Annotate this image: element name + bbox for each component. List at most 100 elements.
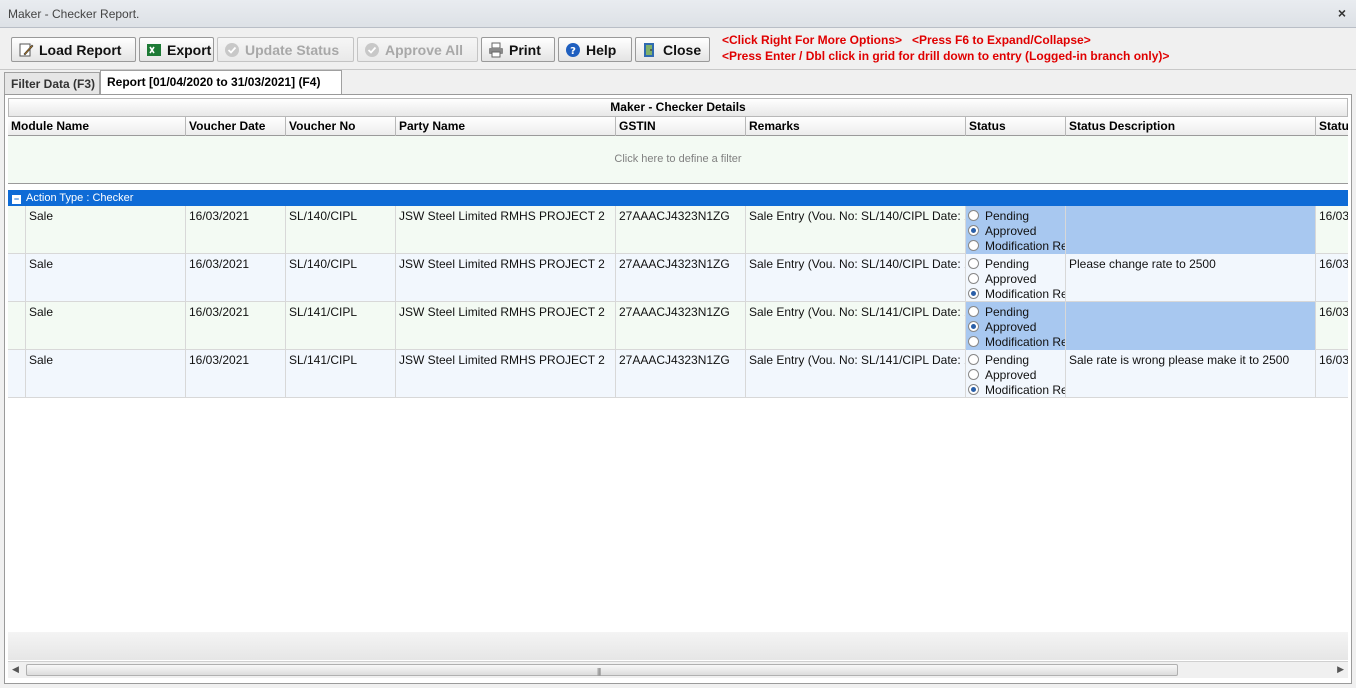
radio-label: Modification Rec [985, 286, 1065, 301]
cell-remarks[interactable]: Sale Entry (Vou. No: SL/140/CIPL Date: 1… [745, 254, 965, 302]
scroll-right-icon[interactable]: ▶ [1337, 664, 1344, 675]
radio-icon [968, 354, 979, 365]
table-row[interactable]: Sale 16/03/2021 SL/140/CIPL JSW Steel Li… [8, 206, 1348, 254]
cell-voucher-no[interactable]: SL/140/CIPL [285, 206, 395, 254]
radio-label: Modification Rec [985, 238, 1065, 253]
tab-filter-data[interactable]: Filter Data (F3) [4, 72, 100, 94]
cell-party-name[interactable]: JSW Steel Limited RMHS PROJECT 2 [395, 206, 615, 254]
status-radio-modification[interactable]: Modification Rec [968, 286, 1065, 301]
window-title: Maker - Checker Report. [8, 7, 140, 21]
tab-report[interactable]: Report [01/04/2020 to 31/03/2021] (F4) [100, 70, 342, 95]
window-close-icon[interactable]: × [1338, 5, 1346, 21]
cell-remarks[interactable]: Sale Entry (Vou. No: SL/141/CIPL Date: 1… [745, 302, 965, 350]
cell-gstin[interactable]: 27AAACJ4323N1ZG [615, 254, 745, 302]
cell-module[interactable]: Sale [25, 350, 185, 398]
cell-gstin[interactable]: 27AAACJ4323N1ZG [615, 206, 745, 254]
excel-icon [146, 42, 162, 58]
status-radio-modification[interactable]: Modification Rec [968, 382, 1065, 397]
approve-all-label: Approve All [385, 41, 464, 58]
group-label: Action Type : Checker [26, 192, 134, 204]
close-button[interactable]: Close [635, 37, 710, 62]
row-indicator[interactable] [8, 350, 25, 398]
cell-voucher-no[interactable]: SL/141/CIPL [285, 350, 395, 398]
cell-voucher-date[interactable]: 16/03/2021 [185, 350, 285, 398]
column-header-status-date[interactable]: Statu [1315, 117, 1348, 136]
check-circle-icon [364, 42, 380, 58]
cell-status-description[interactable]: Sale rate is wrong please make it to 250… [1065, 350, 1315, 398]
status-radio-pending[interactable]: Pending [968, 352, 1065, 367]
cell-module[interactable]: Sale [25, 206, 185, 254]
column-header-status-description[interactable]: Status Description [1065, 117, 1315, 136]
update-status-label: Update Status [245, 41, 340, 58]
collapse-icon[interactable]: − [12, 195, 21, 204]
column-header-voucher-no[interactable]: Voucher No [285, 117, 395, 136]
cell-status-description[interactable]: Please change rate to 2500 [1065, 254, 1315, 302]
cell-gstin[interactable]: 27AAACJ4323N1ZG [615, 350, 745, 398]
cell-status-date[interactable]: 16/03 [1315, 254, 1348, 302]
cell-voucher-date[interactable]: 16/03/2021 [185, 254, 285, 302]
column-header-party-name[interactable]: Party Name [395, 117, 615, 136]
column-header-gstin[interactable]: GSTIN [615, 117, 745, 136]
row-indicator[interactable] [8, 206, 25, 254]
column-header-status[interactable]: Status [965, 117, 1065, 136]
radio-selected-icon [968, 321, 979, 332]
status-radio-modification[interactable]: Modification Rec [968, 238, 1065, 253]
report-panel: Maker - Checker Details Module Name Vouc… [4, 94, 1352, 684]
update-status-button[interactable]: Update Status [217, 37, 354, 62]
load-report-button[interactable]: Load Report [11, 37, 136, 62]
cell-voucher-no[interactable]: SL/140/CIPL [285, 254, 395, 302]
grid-title: Maker - Checker Details [8, 98, 1348, 117]
cell-status-date[interactable]: 16/03 [1315, 206, 1348, 254]
table-row[interactable]: Sale 16/03/2021 SL/141/CIPL JSW Steel Li… [8, 302, 1348, 350]
column-header-voucher-date[interactable]: Voucher Date [185, 117, 285, 136]
status-radio-approved[interactable]: Approved [968, 223, 1065, 238]
cell-voucher-date[interactable]: 16/03/2021 [185, 302, 285, 350]
radio-label: Pending [985, 352, 1030, 367]
status-radio-approved[interactable]: Approved [968, 271, 1065, 286]
cell-status-description[interactable] [1065, 206, 1315, 254]
cell-voucher-no[interactable]: SL/141/CIPL [285, 302, 395, 350]
scrollbar-thumb[interactable]: ||| [26, 664, 1178, 676]
help-icon: ? [565, 42, 581, 58]
table-row[interactable]: Sale 16/03/2021 SL/141/CIPL JSW Steel Li… [8, 350, 1348, 398]
cell-voucher-date[interactable]: 16/03/2021 [185, 206, 285, 254]
status-radio-pending[interactable]: Pending [968, 304, 1065, 319]
column-header-module-name[interactable]: Module Name [8, 117, 185, 136]
exit-door-icon [642, 42, 658, 58]
load-report-label: Load Report [39, 41, 122, 58]
help-button[interactable]: ? Help [558, 37, 632, 62]
radio-icon [968, 369, 979, 380]
hint-f6: <Press F6 to Expand/Collapse> [912, 33, 1091, 47]
cell-gstin[interactable]: 27AAACJ4323N1ZG [615, 302, 745, 350]
cell-remarks[interactable]: Sale Entry (Vou. No: SL/140/CIPL Date: 1… [745, 206, 965, 254]
grid-footer [8, 632, 1348, 660]
status-radio-modification[interactable]: Modification Rec [968, 334, 1065, 349]
cell-party-name[interactable]: JSW Steel Limited RMHS PROJECT 2 [395, 302, 615, 350]
cell-party-name[interactable]: JSW Steel Limited RMHS PROJECT 2 [395, 350, 615, 398]
toolbar: Load Report Export Update Status Approve… [0, 28, 1356, 70]
cell-status-date[interactable]: 16/03 [1315, 302, 1348, 350]
filter-row[interactable]: Click here to define a filter [8, 136, 1348, 184]
scroll-left-icon[interactable]: ◀ [12, 664, 19, 675]
status-radio-pending[interactable]: Pending [968, 256, 1065, 271]
row-indicator[interactable] [8, 302, 25, 350]
cell-status-description[interactable] [1065, 302, 1315, 350]
cell-module[interactable]: Sale [25, 254, 185, 302]
horizontal-scrollbar[interactable]: ◀ ||| ▶ [8, 661, 1348, 678]
cell-remarks[interactable]: Sale Entry (Vou. No: SL/141/CIPL Date: 1… [745, 350, 965, 398]
status-radio-pending[interactable]: Pending [968, 208, 1065, 223]
status-radio-approved[interactable]: Approved [968, 367, 1065, 382]
cell-status-date[interactable]: 16/03 [1315, 350, 1348, 398]
row-indicator[interactable] [8, 254, 25, 302]
table-row[interactable]: Sale 16/03/2021 SL/140/CIPL JSW Steel Li… [8, 254, 1348, 302]
column-header-remarks[interactable]: Remarks [745, 117, 965, 136]
export-button[interactable]: Export [139, 37, 214, 62]
approve-all-button[interactable]: Approve All [357, 37, 478, 62]
group-row[interactable]: − Action Type : Checker [8, 190, 1348, 206]
print-button[interactable]: Print [481, 37, 555, 62]
radio-selected-icon [968, 288, 979, 299]
cell-party-name[interactable]: JSW Steel Limited RMHS PROJECT 2 [395, 254, 615, 302]
status-radio-approved[interactable]: Approved [968, 319, 1065, 334]
radio-label: Pending [985, 304, 1030, 319]
cell-module[interactable]: Sale [25, 302, 185, 350]
